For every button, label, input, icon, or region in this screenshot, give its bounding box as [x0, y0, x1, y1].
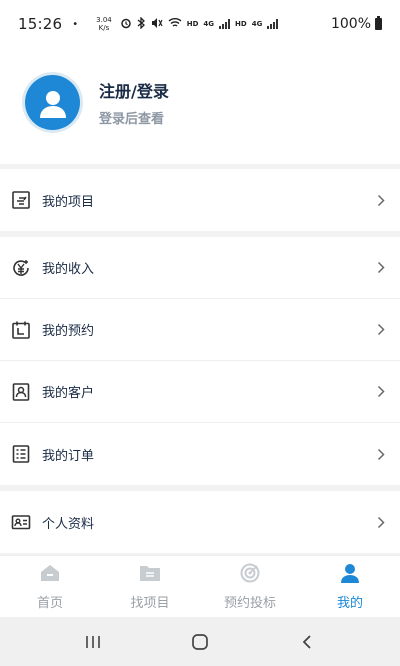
menu-item-my-customers[interactable]: 我的客户 — [0, 361, 400, 423]
alarm-icon — [120, 17, 132, 32]
mute-icon — [151, 17, 163, 32]
status-icons: HD 4G HD 4G — [120, 15, 279, 32]
tab-label: 首页 — [36, 595, 63, 611]
battery-status: 100% — [331, 16, 382, 32]
avatar[interactable] — [22, 72, 83, 133]
chevron-right-icon — [374, 261, 388, 275]
income-icon — [10, 257, 32, 279]
target-icon — [239, 563, 261, 587]
menu-item-my-appointments[interactable]: 我的预约 — [0, 299, 400, 361]
tab-label: 找项目 — [130, 595, 170, 611]
login-register-link[interactable]: 注册/登录 — [99, 78, 169, 102]
signal-icon-1 — [219, 19, 231, 29]
back-button[interactable] — [287, 627, 327, 657]
tab-label: 我的 — [336, 595, 363, 611]
profile-card-icon — [10, 511, 32, 533]
system-nav-bar — [0, 617, 400, 666]
tab-mine[interactable]: 我的 — [300, 556, 400, 617]
tab-home[interactable]: 首页 — [0, 556, 100, 617]
chevron-right-icon — [374, 323, 388, 337]
calendar-icon — [10, 319, 32, 341]
menu-label: 我的项目 — [42, 194, 95, 210]
menu-group-business: 我的收入 我的预约 我的客户 我的订单 — [0, 237, 400, 485]
network-type-1: 4G — [203, 20, 215, 28]
status-time: 15:26 — [18, 15, 63, 33]
menu-item-my-projects[interactable]: 我的项目 — [0, 169, 400, 231]
net-speed-value: 3.04 — [96, 16, 112, 24]
user-icon — [339, 563, 361, 587]
menu-group-projects: 我的项目 — [0, 169, 400, 231]
chevron-right-icon — [374, 385, 388, 399]
menu-group-personal: 个人资料 — [0, 491, 400, 553]
hd-label-2: HD — [235, 20, 247, 28]
net-speed: 3.04 K/s — [96, 16, 112, 32]
battery-percent: 100% — [330, 16, 371, 32]
tab-label: 预约投标 — [223, 595, 276, 611]
menu-item-my-income[interactable]: 我的收入 — [0, 237, 400, 299]
tab-booking-bids[interactable]: 预约投标 — [200, 556, 300, 617]
battery-icon — [375, 16, 382, 30]
folder-icon — [139, 563, 161, 587]
profile-header[interactable]: 注册/登录 登录后查看 — [0, 48, 400, 164]
menu-item-my-orders[interactable]: 我的订单 — [0, 423, 400, 485]
tab-find-projects[interactable]: 找项目 — [100, 556, 200, 617]
home-button[interactable] — [180, 627, 220, 657]
status-bar: 15:26 • 3.04 K/s HD 4G HD 4G 100% — [0, 0, 400, 48]
menu-label: 个人资料 — [42, 516, 95, 532]
user-avatar-icon — [25, 75, 80, 130]
status-dot: • — [72, 18, 79, 30]
menu-label: 我的客户 — [42, 386, 95, 401]
recent-apps-button[interactable] — [73, 627, 113, 657]
menu-label: 我的订单 — [42, 448, 95, 464]
project-icon — [10, 189, 32, 211]
menu-item-personal-info[interactable]: 个人资料 — [0, 491, 400, 553]
signal-icon-2 — [267, 19, 279, 29]
login-hint: 登录后查看 — [99, 112, 165, 127]
chevron-right-icon — [374, 515, 388, 529]
order-icon — [10, 443, 32, 465]
chevron-right-icon — [374, 193, 388, 207]
home-icon — [39, 563, 61, 587]
net-speed-unit: K/s — [98, 24, 110, 32]
bottom-tab-bar: 首页 找项目 预约投标 我的 — [0, 555, 400, 617]
bluetooth-icon — [137, 15, 146, 32]
customer-icon — [10, 381, 32, 403]
wifi-icon — [168, 17, 182, 31]
network-type-2: 4G — [251, 20, 263, 28]
menu-label: 我的预约 — [42, 324, 95, 339]
menu-label: 我的收入 — [42, 262, 95, 277]
hd-label-1: HD — [186, 20, 199, 28]
chevron-right-icon — [374, 447, 388, 461]
